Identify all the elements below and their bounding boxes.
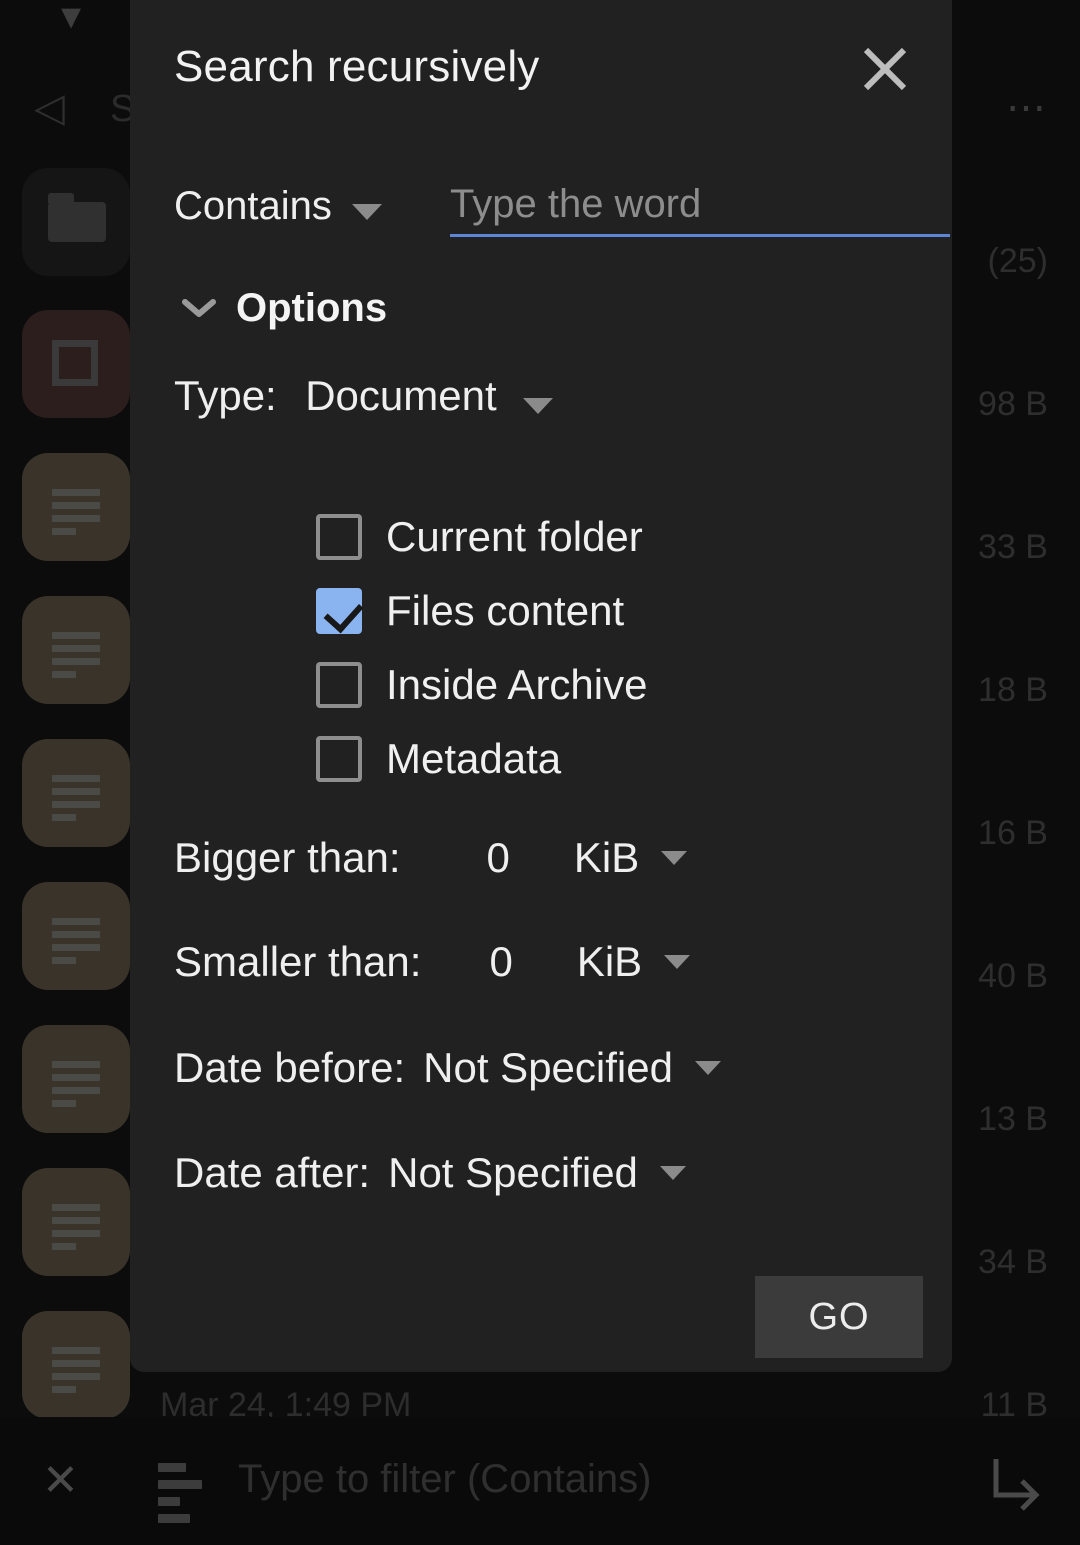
document-icon <box>52 918 104 970</box>
file-size: 33 B <box>978 528 1048 566</box>
document-icon <box>52 1061 104 1113</box>
file-size: 98 B <box>978 385 1048 423</box>
file-size: (25) <box>987 242 1048 280</box>
bigger-than-label: Bigger than: <box>174 834 401 881</box>
file-size: 16 B <box>978 814 1048 852</box>
list-item[interactable] <box>22 1025 130 1133</box>
checkbox-inside-archive[interactable]: Inside Archive <box>316 648 647 722</box>
checkbox-icon <box>316 514 362 560</box>
archive-icon <box>52 340 98 386</box>
checkbox-label: Inside Archive <box>386 661 648 708</box>
more-options-icon[interactable]: ⋯ <box>1006 88 1050 128</box>
date-after-label: Date after: <box>174 1149 371 1196</box>
checkbox-label: Files content <box>386 587 625 634</box>
chevron-down-icon[interactable]: ▾ <box>48 0 94 36</box>
file-size: 34 B <box>978 1243 1048 1281</box>
close-icon[interactable]: ✕ <box>42 1459 88 1505</box>
checkbox-current-folder[interactable]: Current folder <box>316 500 647 574</box>
enter-arrow-icon[interactable] <box>990 1455 1042 1511</box>
back-arrow-icon[interactable]: ◁ <box>34 86 78 130</box>
file-size: 18 B <box>978 671 1048 709</box>
filter-sort-icon[interactable] <box>158 1463 202 1531</box>
contains-row: Contains Type the word <box>174 182 950 246</box>
type-row[interactable]: Type: Document <box>174 372 554 424</box>
checkbox-label: Current folder <box>386 513 643 560</box>
document-icon <box>52 1204 104 1256</box>
checkbox-icon <box>316 736 362 782</box>
smaller-than-label: Smaller than: <box>174 938 422 985</box>
input-underline <box>450 234 950 237</box>
folder-icon <box>48 193 106 242</box>
file-size: 13 B <box>978 1100 1048 1138</box>
file-size: 40 B <box>978 957 1048 995</box>
document-icon <box>52 775 104 827</box>
filter-input[interactable]: Type to filter (Contains) <box>238 1457 652 1502</box>
date-after-row: Date after: Not Specified <box>174 1149 686 1197</box>
chevron-down-icon[interactable] <box>661 851 688 865</box>
smaller-than-row: Smaller than: 0 KiB <box>174 938 691 986</box>
date-before-row: Date before: Not Specified <box>174 1044 721 1092</box>
go-button[interactable]: GO <box>755 1276 923 1358</box>
list-item[interactable] <box>22 596 130 704</box>
bigger-than-value[interactable]: 0 <box>487 834 510 882</box>
date-after-value[interactable]: Not Specified <box>388 1149 638 1197</box>
checkbox-files-content[interactable]: Files content <box>316 574 647 648</box>
options-label: Options <box>236 286 388 330</box>
checkbox-label: Metadata <box>386 735 562 782</box>
date-before-value[interactable]: Not Specified <box>423 1044 673 1092</box>
date-before-label: Date before: <box>174 1044 406 1091</box>
chevron-down-icon[interactable] <box>659 1166 686 1180</box>
list-item[interactable] <box>22 1311 130 1419</box>
bigger-than-unit[interactable]: KiB <box>574 834 639 882</box>
checkbox-icon <box>316 662 362 708</box>
search-recursively-dialog: Search recursively Contains Type the wor… <box>130 0 952 1372</box>
page-title: Search recursively <box>174 42 540 91</box>
smaller-than-value[interactable]: 0 <box>489 938 512 986</box>
document-icon <box>52 1347 104 1399</box>
list-item[interactable] <box>22 310 130 418</box>
chevron-down-icon <box>182 299 216 317</box>
list-item[interactable] <box>22 882 130 990</box>
checkbox-checked-icon <box>316 588 362 634</box>
chevron-down-icon[interactable] <box>664 955 691 969</box>
chevron-down-icon[interactable] <box>523 397 554 414</box>
search-input-placeholder: Type the word <box>450 182 702 226</box>
list-item[interactable] <box>22 453 130 561</box>
search-input[interactable]: Type the word <box>450 182 950 237</box>
contains-label[interactable]: Contains <box>174 184 332 229</box>
smaller-than-unit[interactable]: KiB <box>577 938 642 986</box>
document-icon <box>52 489 104 541</box>
chevron-down-icon[interactable] <box>694 1061 721 1075</box>
chevron-down-icon[interactable] <box>352 204 382 220</box>
list-item[interactable] <box>22 739 130 847</box>
app-screen: ▾ ◁ S ⋯ (25) 98 B 33 B 18 B 16 B 40 B 13… <box>0 0 1080 1545</box>
go-button-label: GO <box>808 1295 870 1338</box>
close-icon[interactable] <box>858 42 912 96</box>
filter-bar: ✕ Type to filter (Contains) <box>0 1417 1080 1545</box>
dialog-header: Search recursively <box>174 42 912 104</box>
type-value[interactable]: Document <box>305 372 496 419</box>
type-label: Type: <box>174 372 277 419</box>
list-item[interactable] <box>22 168 130 276</box>
checkbox-metadata[interactable]: Metadata <box>316 722 647 796</box>
list-item[interactable] <box>22 1168 130 1276</box>
checkbox-group: Current folder Files content Inside Arch… <box>316 500 647 796</box>
document-icon <box>52 632 104 684</box>
bigger-than-row: Bigger than: 0 KiB <box>174 834 688 882</box>
